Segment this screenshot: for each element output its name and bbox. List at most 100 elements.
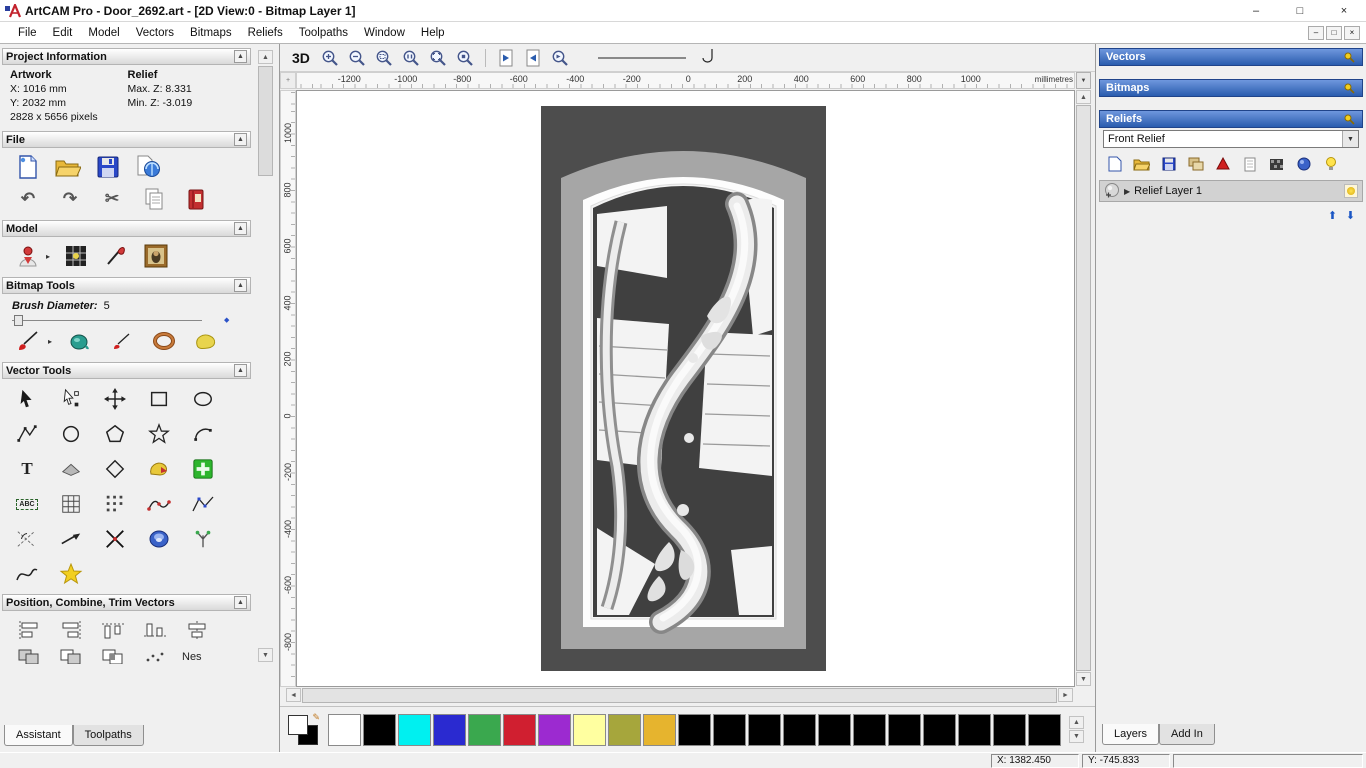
collapse-section-button[interactable]: ▲ <box>234 364 247 377</box>
relief-open-icon[interactable] <box>1133 156 1150 172</box>
export-model-icon[interactable] <box>134 154 162 180</box>
scroll-down-arrow[interactable]: ▼ <box>1076 672 1091 686</box>
layer-expand-icon[interactable]: ▶ <box>1124 187 1130 196</box>
combine-intersect-icon[interactable] <box>98 646 128 664</box>
palette-swatch[interactable] <box>643 714 676 746</box>
flood-fill-icon[interactable] <box>66 328 94 354</box>
collapse-section-button[interactable]: ▲ <box>234 133 247 146</box>
menu-item[interactable]: File <box>10 25 45 41</box>
zoom-window-icon[interactable] <box>373 47 395 69</box>
palette-swatch[interactable] <box>853 714 886 746</box>
combine-subtract-icon[interactable] <box>56 646 86 664</box>
bitmaps-panel-header[interactable]: Bitmaps <box>1099 79 1363 97</box>
trim-vectors-tool-icon[interactable] <box>100 525 130 553</box>
doc-restore-button[interactable]: □ <box>1326 26 1342 40</box>
wrap-text-tool-icon[interactable] <box>56 455 86 483</box>
align-left-icon[interactable] <box>14 616 44 644</box>
palette-swatch[interactable] <box>713 714 746 746</box>
relief-delete-icon[interactable] <box>1214 156 1231 172</box>
relief-copy-icon[interactable] <box>1187 156 1204 172</box>
palette-swatch[interactable] <box>923 714 956 746</box>
ruler-unit-dropdown[interactable]: ▼ <box>1076 72 1091 89</box>
primary-colour[interactable] <box>288 715 308 735</box>
smooth-blob-icon[interactable] <box>192 328 220 354</box>
menu-item[interactable]: Vectors <box>128 25 182 41</box>
collapse-section-button[interactable]: ▲ <box>234 222 247 235</box>
doc-close-button[interactable]: × <box>1344 26 1360 40</box>
arrow-tool-icon[interactable] <box>56 525 86 553</box>
menu-item[interactable]: Window <box>356 25 413 41</box>
palette-swatch[interactable] <box>503 714 536 746</box>
pin-icon[interactable] <box>1343 113 1356 126</box>
create-polyline-tool-icon[interactable] <box>12 420 42 448</box>
menu-item[interactable]: Model <box>80 25 127 41</box>
text-abc-tool-icon[interactable]: ABC <box>12 490 42 518</box>
palette-swatch[interactable] <box>993 714 1026 746</box>
brush-diameter-slider[interactable] <box>12 320 202 321</box>
relief-page-icon[interactable] <box>1241 156 1258 172</box>
palette-swatch[interactable] <box>748 714 781 746</box>
previous-view-icon[interactable] <box>495 47 517 69</box>
menu-item[interactable]: Edit <box>45 25 81 41</box>
palette-swatch[interactable] <box>328 714 361 746</box>
star-wizard-tool-icon[interactable] <box>56 560 86 588</box>
flyout-arrow-icon[interactable]: ▸ <box>46 252 50 261</box>
zoom-in-icon[interactable] <box>319 47 341 69</box>
block-paste-tool-icon[interactable] <box>188 455 218 483</box>
palette-scrollbar[interactable]: ▲ ▼ <box>1069 716 1084 743</box>
palette-swatch[interactable] <box>363 714 396 746</box>
open-model-icon[interactable] <box>54 154 82 180</box>
freehand-curve-tool-icon[interactable] <box>12 560 42 588</box>
view-3d-button[interactable]: 3D <box>288 49 314 67</box>
scroll-down-arrow[interactable]: ▼ <box>258 648 273 662</box>
vertical-scrollbar[interactable]: ▲ ▼ <box>1076 90 1091 686</box>
layer-move-down-button[interactable]: ⬇ <box>1343 208 1358 223</box>
palette-swatch[interactable] <box>888 714 921 746</box>
pin-icon[interactable] <box>1343 51 1356 64</box>
create-arc-tool-icon[interactable] <box>188 420 218 448</box>
vector-clipart-tool-icon[interactable] <box>144 455 174 483</box>
palette-swatch[interactable] <box>958 714 991 746</box>
menu-item[interactable]: Reliefs <box>240 25 291 41</box>
fit-curve-tool-icon[interactable] <box>188 525 218 553</box>
zoom-fit-icon[interactable] <box>427 47 449 69</box>
vectors-panel-header[interactable]: Vectors <box>1099 48 1363 66</box>
model-lighting-icon[interactable] <box>102 243 130 269</box>
tab-assistant[interactable]: Assistant <box>4 725 73 746</box>
node-editing-tool-icon[interactable] <box>56 385 86 413</box>
collapse-section-button[interactable]: ▲ <box>234 50 247 63</box>
colour-shape-icon[interactable] <box>150 328 178 354</box>
curve-smoothness-icon[interactable] <box>701 47 715 68</box>
palette-swatch[interactable] <box>783 714 816 746</box>
scroll-right-arrow[interactable]: ► <box>1058 688 1073 702</box>
doc-minimize-button[interactable]: – <box>1308 26 1324 40</box>
palette-swatch[interactable] <box>538 714 571 746</box>
relief-layer-item[interactable]: ▶ Relief Layer 1 <box>1099 180 1363 202</box>
palette-swatch[interactable] <box>468 714 501 746</box>
line-width-preview[interactable] <box>598 50 688 66</box>
menu-item[interactable]: Toolpaths <box>291 25 356 41</box>
reliefs-panel-header[interactable]: Reliefs <box>1099 110 1363 128</box>
menu-item[interactable]: Help <box>413 25 453 41</box>
save-model-icon[interactable] <box>94 154 122 180</box>
set-model-size-icon[interactable] <box>62 243 90 269</box>
scroll-thumb[interactable] <box>1076 105 1091 671</box>
relief-save-icon[interactable] <box>1160 156 1177 172</box>
undo-icon[interactable]: ↶ <box>14 186 42 212</box>
minimize-button[interactable]: – <box>1234 0 1278 22</box>
align-center-icon[interactable] <box>182 616 212 644</box>
palette-swatch[interactable] <box>818 714 851 746</box>
model-wizard-icon[interactable] <box>14 243 42 269</box>
tab-add-in[interactable]: Add In <box>1159 724 1215 745</box>
drawing-canvas[interactable] <box>296 90 1075 687</box>
zoom-previous-icon[interactable] <box>549 47 571 69</box>
cut-icon[interactable]: ✂ <box>98 186 126 212</box>
tab-layers[interactable]: Layers <box>1102 724 1159 745</box>
collapse-section-button[interactable]: ▲ <box>234 279 247 292</box>
scroll-down-arrow[interactable]: ▼ <box>1069 730 1084 743</box>
relief-texture-icon[interactable] <box>1268 156 1285 172</box>
redo-icon[interactable]: ↷ <box>56 186 84 212</box>
new-model-icon[interactable] <box>14 154 42 180</box>
create-rectangle-tool-icon[interactable] <box>144 385 174 413</box>
paint-brush-icon[interactable] <box>14 328 42 354</box>
